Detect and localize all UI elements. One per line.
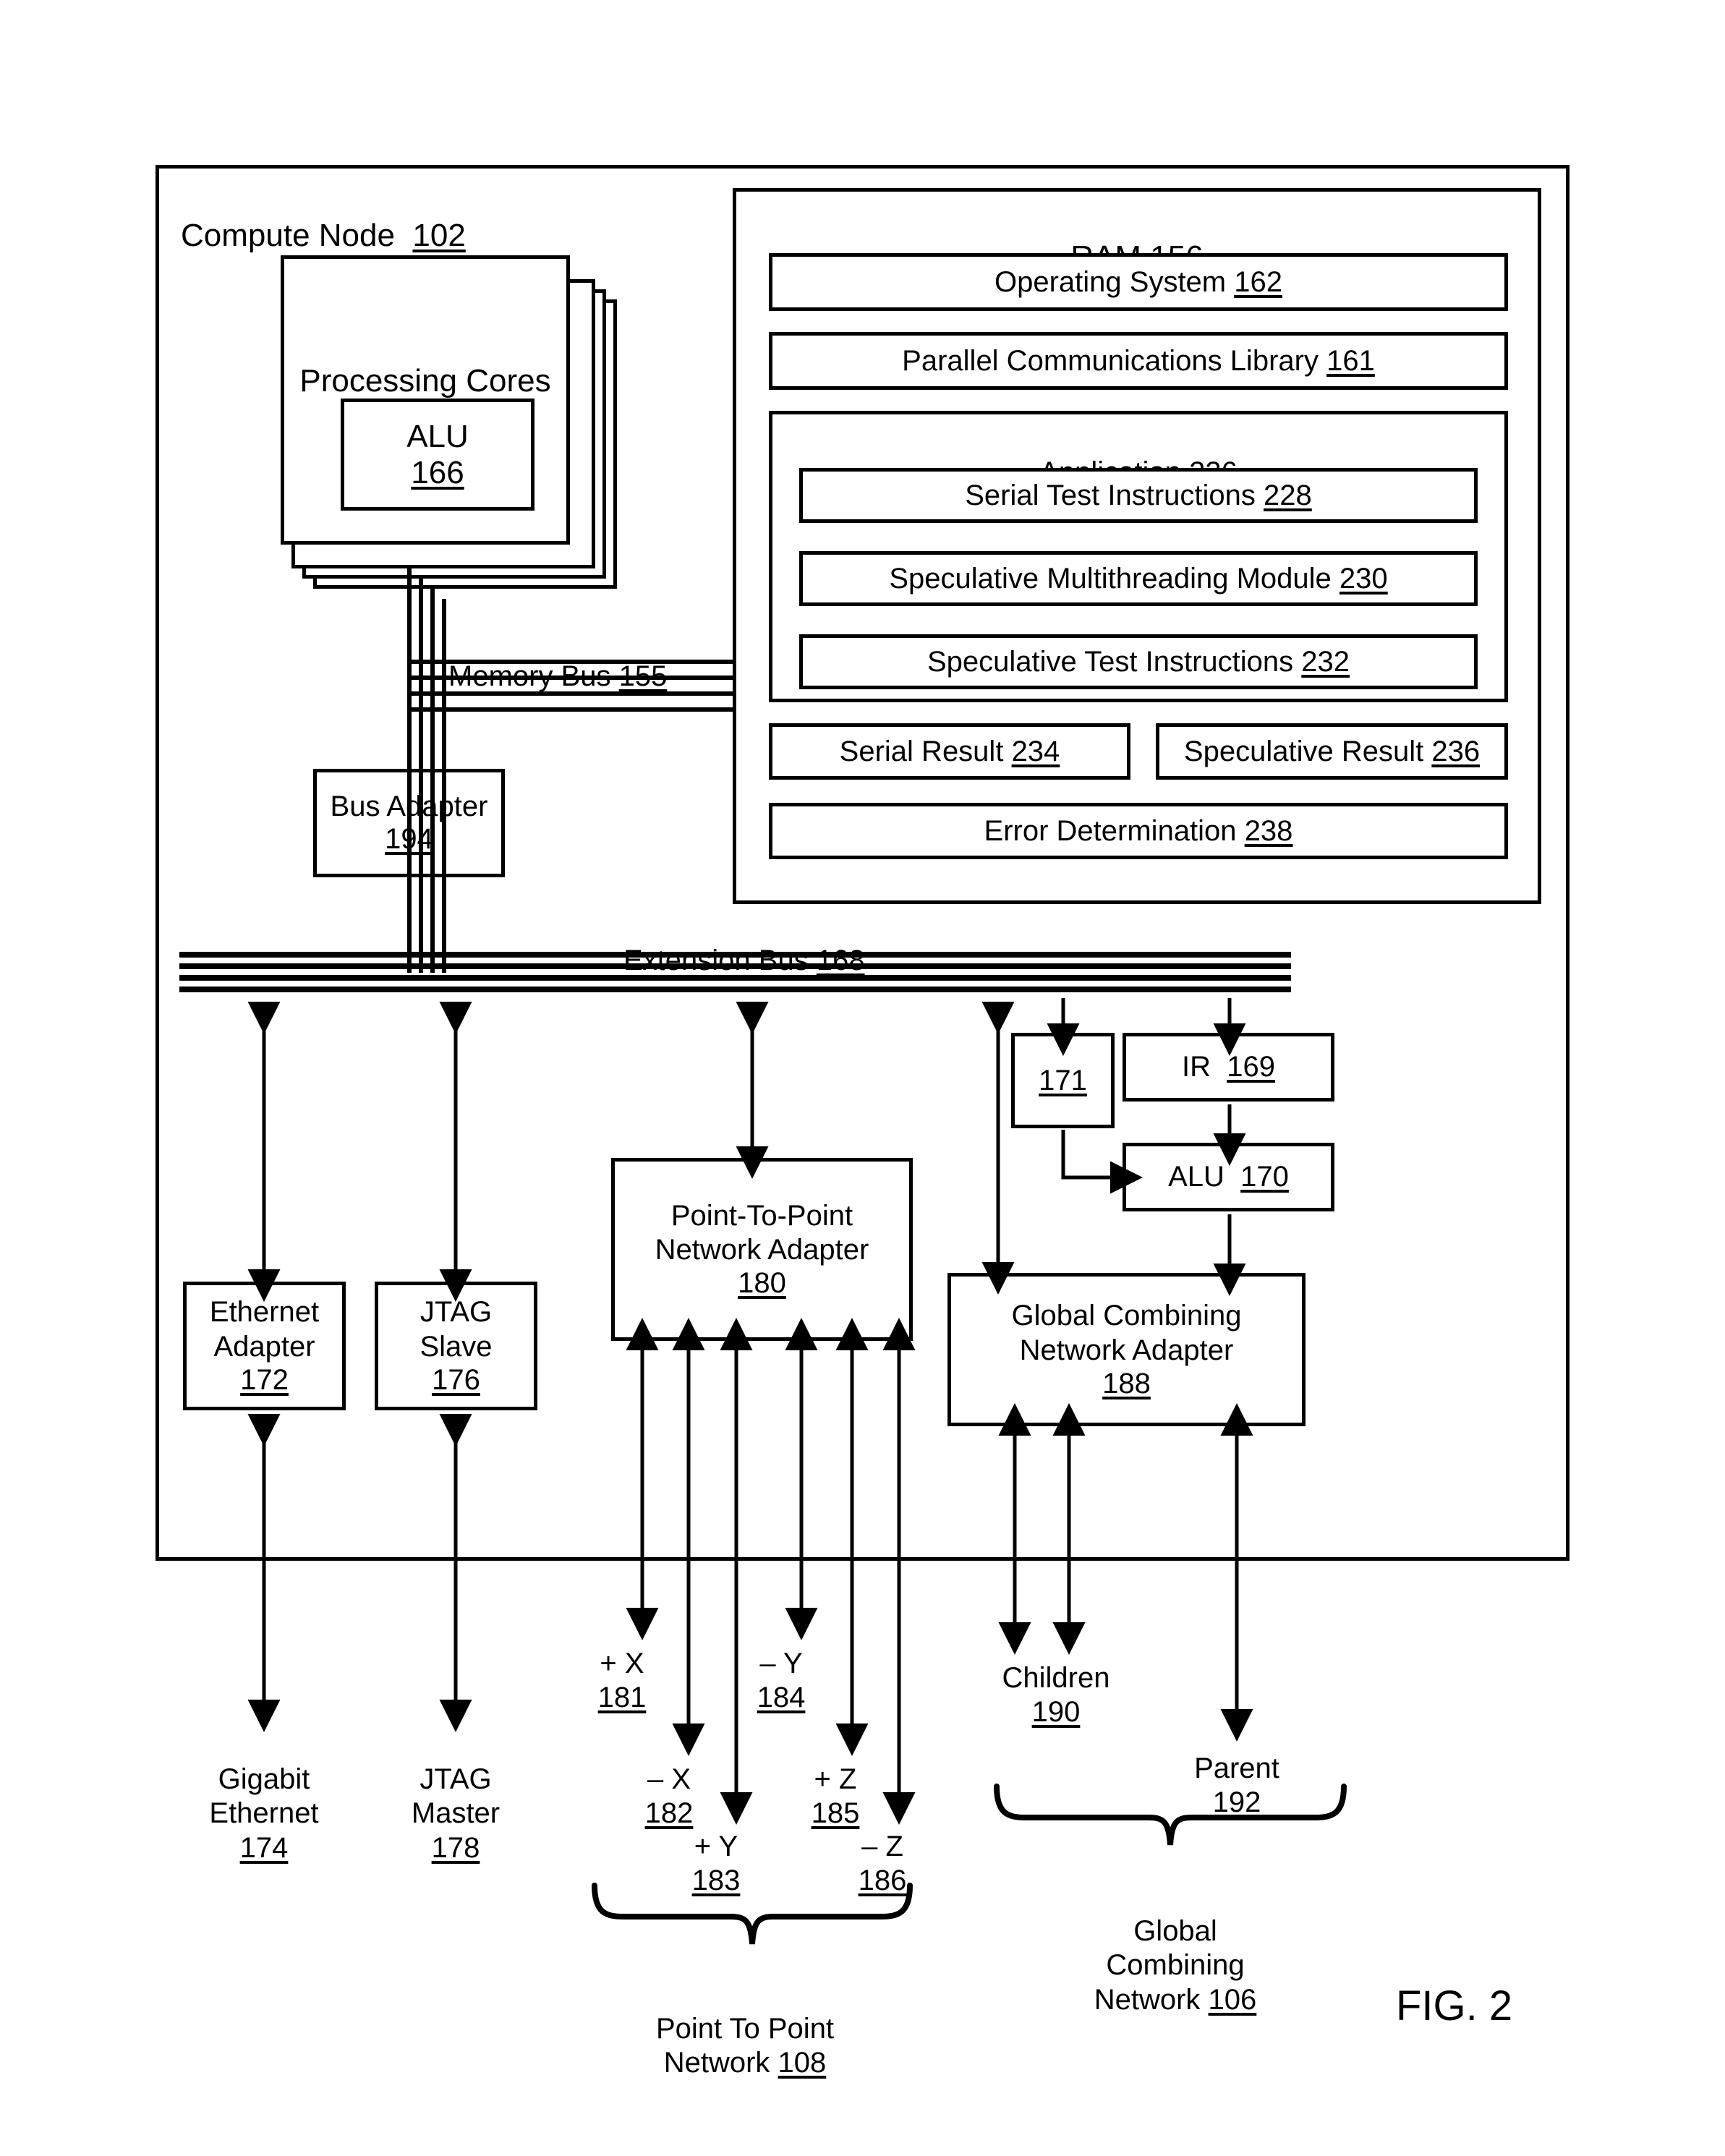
serial-result-label: Serial Result 234 <box>839 735 1060 767</box>
operating-system-label: Operating System 162 <box>994 265 1282 298</box>
global-combining-adapter-box: Global Combining Network Adapter 188 <box>947 1273 1306 1426</box>
parent-label: Parent 192 <box>1194 1752 1279 1819</box>
alu-net-label: ALU 170 <box>1168 1161 1289 1193</box>
jtag-master-label: JTAG Master 178 <box>411 1763 501 1864</box>
jtag-slave-box: JTAG Slave 176 <box>375 1282 537 1410</box>
register-171-label: 171 <box>1039 1064 1087 1096</box>
processing-cores-box: Processing Cores 165 ALU 166 <box>281 255 570 545</box>
link-label-minus-y: – Y 184 <box>757 1648 806 1714</box>
speculative-result-label: Speculative Result 236 <box>1183 735 1481 767</box>
figure-canvas: Compute Node 102 Processing Cores 165 AL… <box>0 0 1725 2156</box>
global-combining-adapter-label: Global Combining Network Adapter 188 <box>1011 1300 1242 1399</box>
link-label-minus-z: – Z 186 <box>858 1831 907 1897</box>
bus-adapter-box: Bus Adapter 194 <box>313 769 505 877</box>
speculative-result-box: Speculative Result 236 <box>1156 723 1508 780</box>
ethernet-adapter-label: Ethernet Adapter 172 <box>209 1296 320 1396</box>
link-label-plus-y: + Y 183 <box>691 1831 741 1897</box>
ir-label: IR 169 <box>1182 1051 1275 1083</box>
serial-result-box: Serial Result 234 <box>769 723 1130 780</box>
ir-box: IR 169 <box>1123 1033 1334 1102</box>
alu-core-label: ALU 166 <box>406 418 469 490</box>
speculative-multithreading-module-box: Speculative Multithreading Module 230 <box>799 551 1478 606</box>
figure-caption: FIG. 2 <box>1396 1982 1513 2029</box>
compute-node-label: Compute Node 102 <box>181 217 466 253</box>
jtag-slave-label: JTAG Slave 176 <box>419 1296 493 1396</box>
p2p-network-adapter-label: Point-To-Point Network Adapter 180 <box>655 1199 869 1300</box>
global-combining-network-label: Global Combining Network 106 <box>1094 1915 1257 2016</box>
children-label: Children 190 <box>1002 1662 1110 1729</box>
alu-net-box: ALU 170 <box>1123 1143 1334 1211</box>
extension-bus-label: Extension Bus 168 <box>623 945 865 977</box>
register-171-box: 171 <box>1011 1033 1115 1128</box>
ethernet-adapter-box: Ethernet Adapter 172 <box>183 1282 346 1410</box>
p2p-network-adapter-box: Point-To-Point Network Adapter 180 <box>611 1158 913 1341</box>
p2p-network-label: Point To Point Network 108 <box>655 2013 835 2079</box>
parallel-comm-library-label: Parallel Communications Library 161 <box>902 344 1375 377</box>
alu-core-box: ALU 166 <box>341 399 534 511</box>
gigabit-ethernet-label: Gigabit Ethernet 174 <box>209 1763 319 1864</box>
speculative-test-instructions-box: Speculative Test Instructions 232 <box>799 634 1478 689</box>
operating-system-box: Operating System 162 <box>769 253 1508 311</box>
link-label-plus-x: + X 181 <box>597 1648 647 1714</box>
error-determination-box: Error Determination 238 <box>769 803 1508 859</box>
parallel-comm-library-box: Parallel Communications Library 161 <box>769 332 1508 390</box>
bus-adapter-label: Bus Adapter 194 <box>330 791 488 855</box>
speculative-multithreading-module-label: Speculative Multithreading Module 230 <box>889 562 1388 595</box>
serial-test-instructions-box: Serial Test Instructions 228 <box>799 468 1478 523</box>
error-determination-label: Error Determination 238 <box>984 814 1293 847</box>
serial-test-instructions-label: Serial Test Instructions 228 <box>965 479 1312 511</box>
speculative-test-instructions-label: Speculative Test Instructions 232 <box>927 645 1350 678</box>
memory-bus-label: Memory Bus 155 <box>448 660 668 693</box>
